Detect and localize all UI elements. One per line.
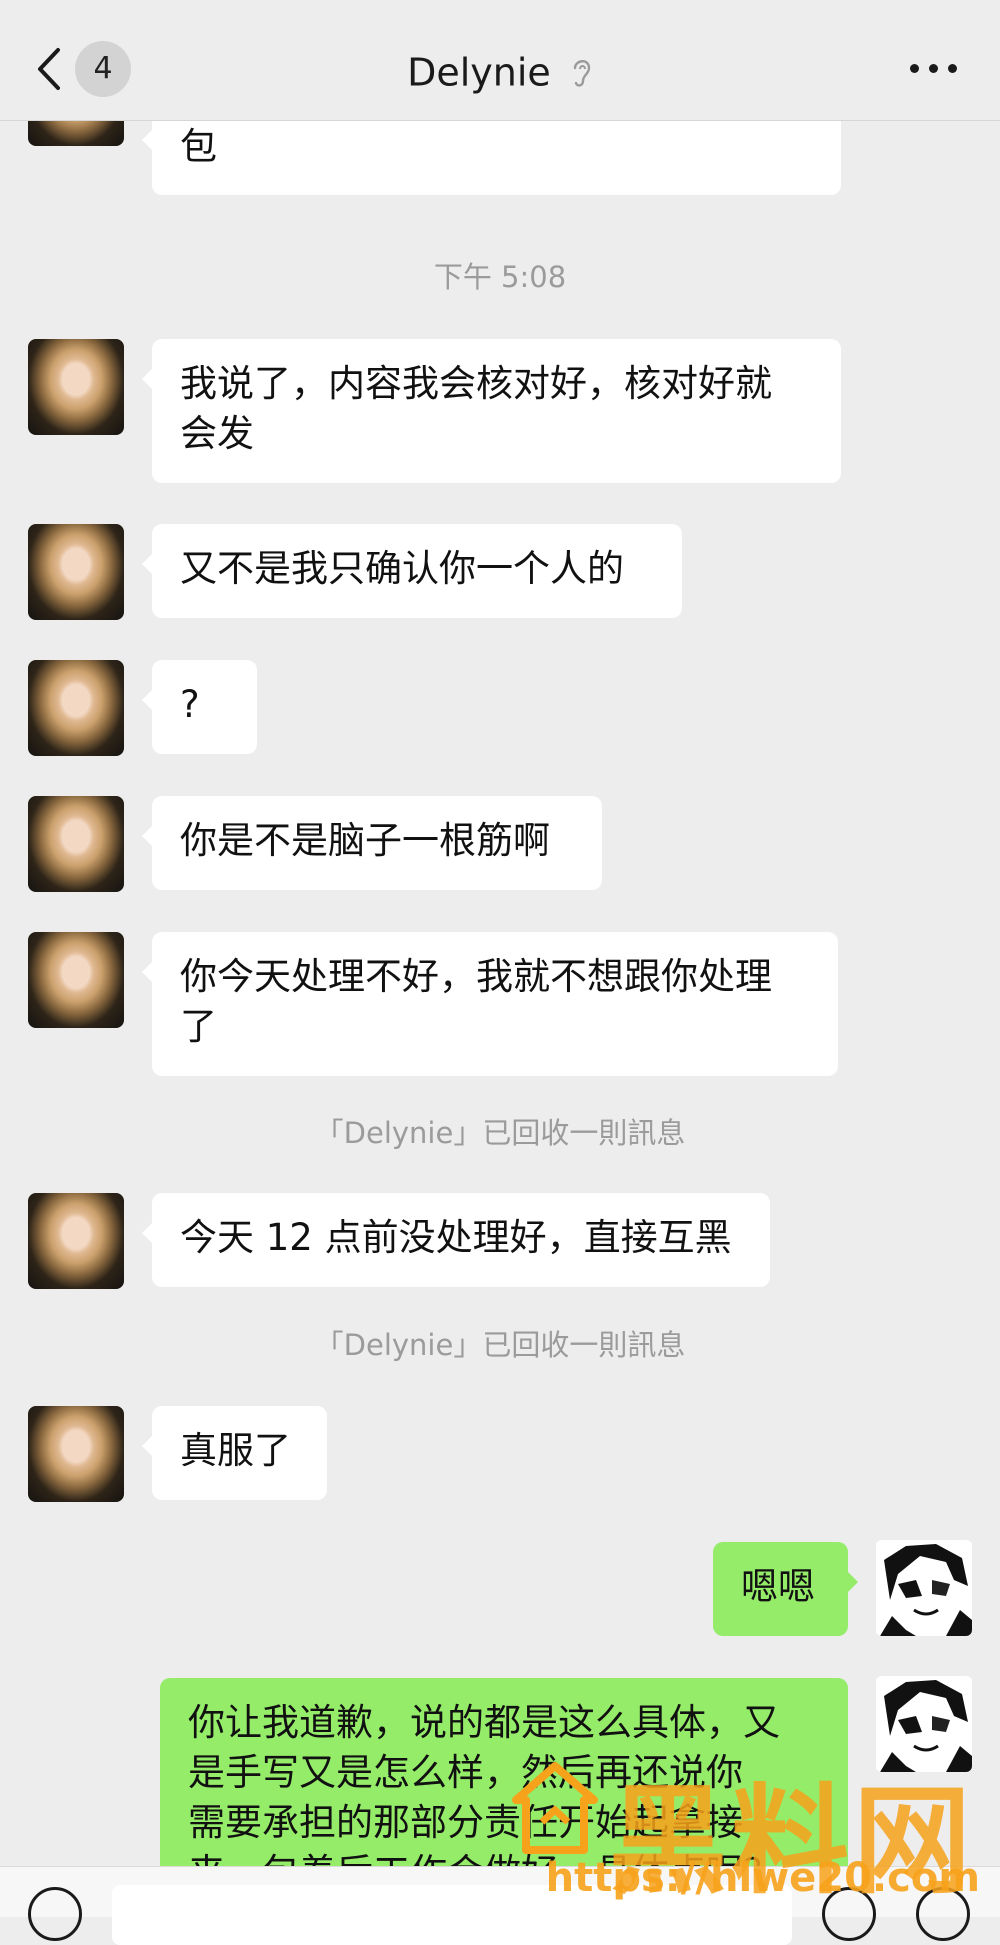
message-bubble[interactable]: 又不是我只确认你一个人的 bbox=[142, 524, 682, 618]
self-avatar[interactable] bbox=[876, 1540, 972, 1636]
message-bubble[interactable]: ? bbox=[142, 660, 257, 754]
contact-avatar[interactable] bbox=[28, 1406, 124, 1502]
message-bubble[interactable]: 你是不是脑子一根筋啊 bbox=[142, 796, 602, 890]
message-bubble[interactable]: 真服了 bbox=[142, 1406, 327, 1500]
message-bubble-self[interactable]: 嗯嗯 bbox=[713, 1542, 858, 1636]
watermark-url: https://hlwe20.com bbox=[545, 1855, 980, 1901]
message-bubble[interactable]: 今天 12 点前没处理好，直接互黑 bbox=[142, 1193, 770, 1287]
watermark-logo: 黑料网 bbox=[608, 1772, 975, 1910]
more-dots-icon[interactable] bbox=[908, 56, 960, 80]
recall-notice: 「Delynie」已回收一則訊息 bbox=[314, 1328, 686, 1362]
message-bubble[interactable]: 我说了，内容我会核对好，核对好就 会发 bbox=[142, 339, 841, 483]
chat-title: Delynie bbox=[0, 48, 1000, 95]
contact-avatar[interactable] bbox=[28, 339, 124, 435]
contact-avatar[interactable] bbox=[28, 932, 124, 1028]
timestamp: 下午 5:08 bbox=[433, 260, 567, 294]
message-bubble[interactable]: 你今天处理不好，我就不想跟你处理 了 bbox=[142, 932, 838, 1076]
contact-avatar[interactable] bbox=[28, 660, 124, 756]
chat-header: 4 Delynie bbox=[0, 0, 1000, 121]
contact-avatar[interactable] bbox=[28, 524, 124, 620]
ear-icon bbox=[573, 59, 591, 87]
contact-avatar[interactable] bbox=[28, 796, 124, 892]
contact-avatar[interactable] bbox=[28, 1193, 124, 1289]
voice-icon[interactable] bbox=[28, 1887, 82, 1941]
recall-notice: 「Delynie」已回收一則訊息 bbox=[314, 1116, 686, 1150]
contact-name: Delynie bbox=[407, 50, 551, 95]
